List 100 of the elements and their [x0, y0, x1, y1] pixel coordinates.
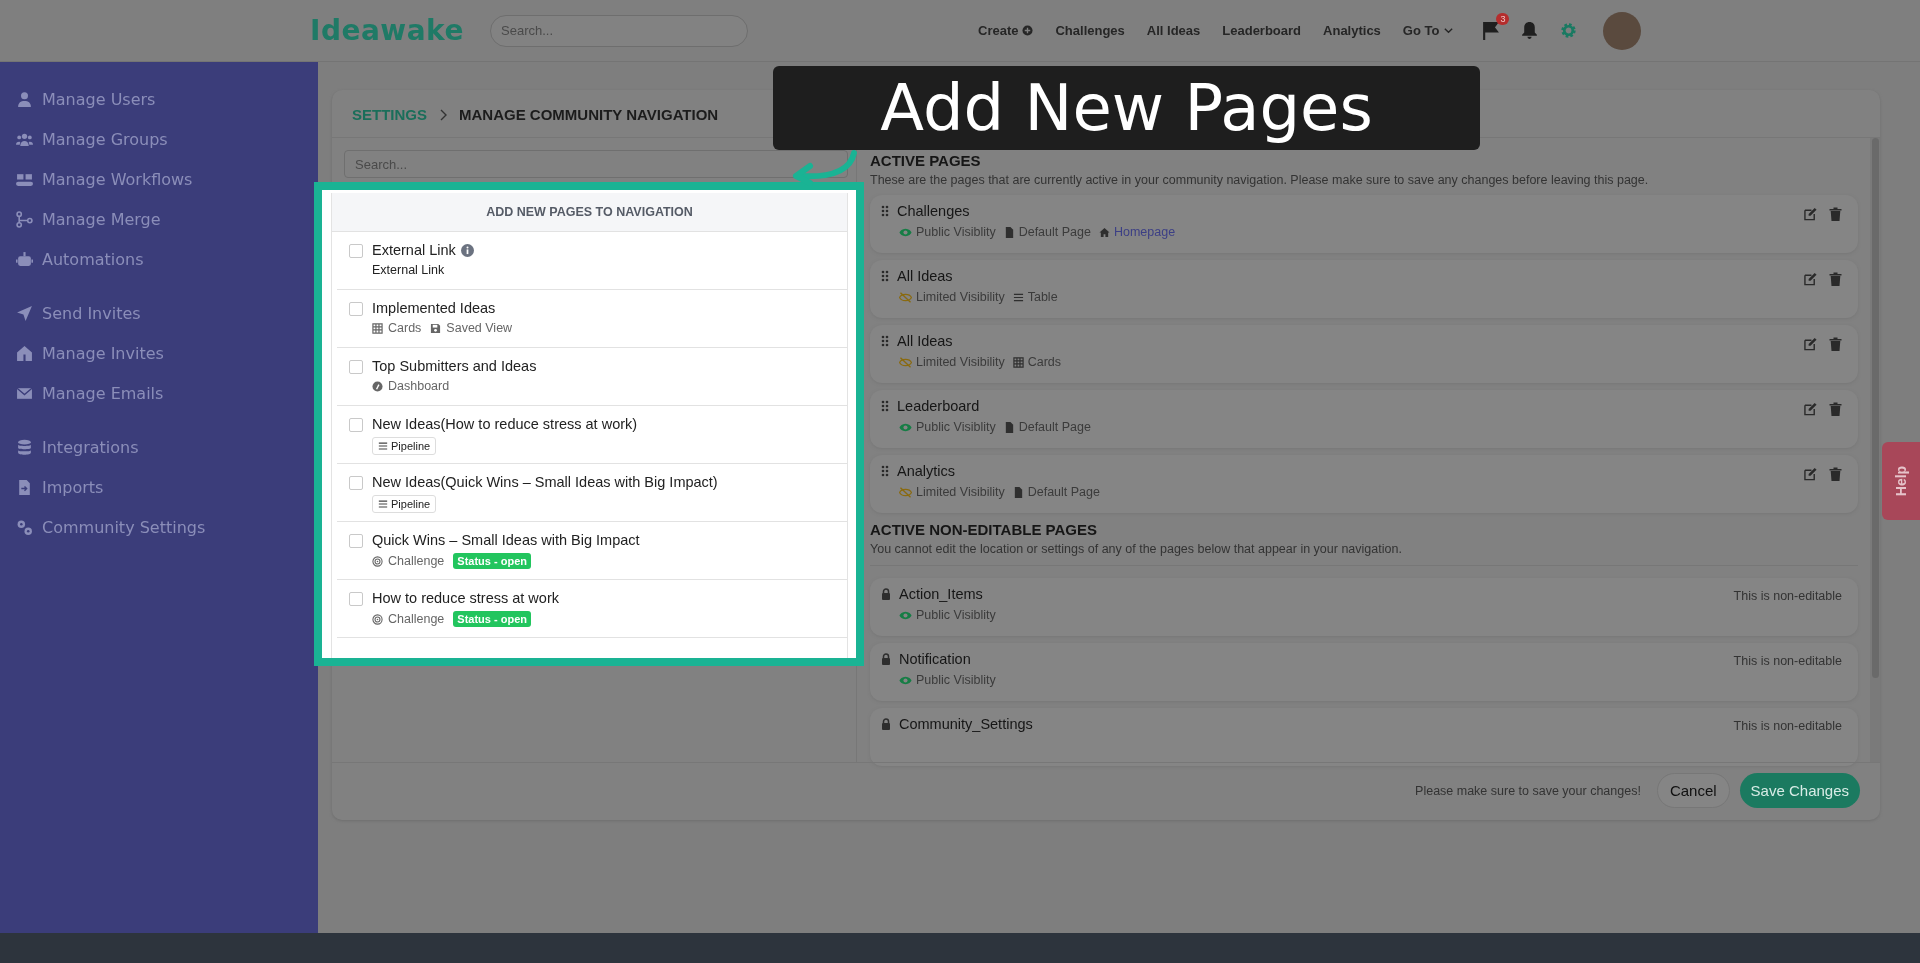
gauge-icon	[372, 380, 383, 392]
checkbox[interactable]	[349, 592, 363, 606]
checkbox[interactable]	[349, 418, 363, 432]
list-icon	[1012, 291, 1024, 303]
branch-icon	[16, 210, 33, 228]
delete-icon[interactable]	[1829, 337, 1842, 351]
save-icon	[430, 322, 442, 334]
visibility-label: Limited Visibility	[916, 290, 1005, 304]
section-description: You cannot edit the location or settings of any of the pages below that appear in your navigation.	[870, 542, 1858, 566]
file-icon	[1012, 486, 1024, 498]
drag-handle-icon[interactable]	[881, 400, 889, 412]
section-title: ACTIVE PAGES	[870, 152, 982, 169]
edit-icon[interactable]	[1804, 402, 1817, 416]
list-icon	[378, 499, 388, 509]
grid-icon	[1012, 356, 1024, 368]
flag-icon[interactable]	[1482, 21, 1500, 40]
callout-label: Add New Pages	[773, 66, 1480, 150]
edit-icon[interactable]	[1804, 207, 1817, 221]
file-icon	[1003, 226, 1015, 238]
search-field[interactable]: Search...	[490, 14, 748, 47]
sidebar-item[interactable]: Manage Workflows	[16, 166, 318, 192]
drag-handle-icon[interactable]	[881, 465, 889, 477]
section-title: ACTIVE NON-EDITABLE PAGES	[870, 521, 1098, 538]
page-type: Cards	[388, 321, 422, 335]
page-type: Default Page	[1027, 485, 1100, 499]
sidebar-item[interactable]: Imports	[16, 474, 318, 500]
gears-icon	[16, 518, 33, 536]
delete-icon[interactable]	[1829, 207, 1842, 221]
avatar[interactable]	[1603, 11, 1642, 50]
checkbox[interactable]	[349, 302, 363, 316]
sidebar-item[interactable]: Community Settings	[16, 514, 318, 540]
nav-link[interactable]: Analytics	[1323, 23, 1381, 38]
delete-icon[interactable]	[1829, 272, 1842, 286]
plus-circle-icon	[1022, 25, 1034, 36]
nav-link[interactable]: All Ideas	[1146, 23, 1201, 38]
sidebar-item[interactable]: Automations	[16, 246, 318, 272]
sidebar-item[interactable]: Manage Groups	[16, 126, 318, 152]
nav-link[interactable]: Challenges	[1055, 23, 1125, 38]
page-type: Table	[1027, 290, 1058, 304]
checkbox[interactable]	[349, 476, 363, 490]
page-type: Challenge	[388, 554, 445, 568]
target-icon	[372, 555, 383, 567]
checkbox[interactable]	[349, 534, 363, 548]
robot-icon	[16, 250, 33, 268]
active-page-card[interactable]: Leaderboard Public Visiblity Default Page	[870, 390, 1858, 448]
view-tag: Pipeline	[372, 495, 437, 513]
visibility-label: Public Visiblity	[916, 225, 996, 239]
drag-handle-icon[interactable]	[881, 270, 889, 282]
edit-icon[interactable]	[1804, 272, 1817, 286]
page-type: Homepage	[1113, 225, 1176, 239]
nav-link[interactable]: Create	[978, 23, 1034, 38]
active-page-card[interactable]: Challenges Public Visiblity Default Page Homepage	[870, 195, 1858, 253]
eye-icon	[899, 421, 912, 433]
file-icon	[1003, 421, 1015, 433]
checkbox[interactable]	[349, 244, 363, 258]
drag-handle-icon[interactable]	[881, 205, 889, 217]
notification-badge: 3	[1496, 13, 1510, 25]
sidebar-item[interactable]: Manage Invites	[16, 340, 318, 366]
delete-icon[interactable]	[1829, 402, 1842, 416]
save-button[interactable]: Save Changes	[1739, 773, 1860, 808]
list-icon	[378, 441, 388, 451]
page-type: Default Page	[1018, 420, 1091, 434]
page-name: Leaderboard	[897, 398, 980, 414]
lock-icon	[881, 653, 891, 665]
checkbox[interactable]	[349, 360, 363, 374]
page-type: Challenge	[388, 612, 445, 626]
sidebar-item[interactable]: Manage Users	[16, 86, 318, 112]
drag-handle-icon[interactable]	[881, 335, 889, 347]
active-page-card[interactable]: Analytics Limited Visibility Default Page	[870, 455, 1858, 513]
info-icon	[460, 243, 474, 257]
page-type: Default Page	[1018, 225, 1091, 239]
sidebar-item[interactable]: Send Invites	[16, 300, 318, 326]
page-type: External Link	[372, 263, 445, 277]
help-tab[interactable]: Help	[1882, 442, 1920, 520]
grid-icon	[372, 322, 383, 334]
nav-link[interactable]: Leaderboard	[1222, 23, 1302, 38]
page-name: Notification	[899, 651, 971, 667]
eye-slash-icon	[899, 291, 912, 303]
sidebar-item[interactable]: Integrations	[16, 434, 318, 460]
user-icon	[16, 90, 33, 108]
page-type: Cards	[1027, 355, 1062, 369]
delete-icon[interactable]	[1829, 467, 1842, 481]
active-page-card[interactable]: All Ideas Limited Visibility Cards	[870, 325, 1858, 383]
page-name: Implemented Ideas	[372, 300, 496, 316]
bell-icon[interactable]	[1521, 21, 1539, 40]
visibility-label: Limited Visibility	[916, 485, 1005, 499]
cancel-button[interactable]: Cancel	[1656, 773, 1730, 808]
page-name: Top Submitters and Ideas	[372, 358, 537, 374]
sidebar-item[interactable]: Manage Merge	[16, 206, 318, 232]
non-editable-note: This is non-editable	[1733, 718, 1842, 735]
database-icon	[16, 438, 33, 456]
panel-title: ADD NEW PAGES TO NAVIGATION	[332, 193, 847, 232]
active-page-card[interactable]: All Ideas Limited Visibility Table	[870, 260, 1858, 318]
edit-icon[interactable]	[1804, 337, 1817, 351]
non-editable-note: This is non-editable	[1733, 588, 1842, 605]
lock-icon	[881, 718, 891, 730]
edit-icon[interactable]	[1804, 467, 1817, 481]
nav-dropdown[interactable]: Go To	[1402, 23, 1455, 38]
page-type: Dashboard	[388, 379, 450, 393]
sidebar-item[interactable]: Manage Emails	[16, 380, 318, 406]
